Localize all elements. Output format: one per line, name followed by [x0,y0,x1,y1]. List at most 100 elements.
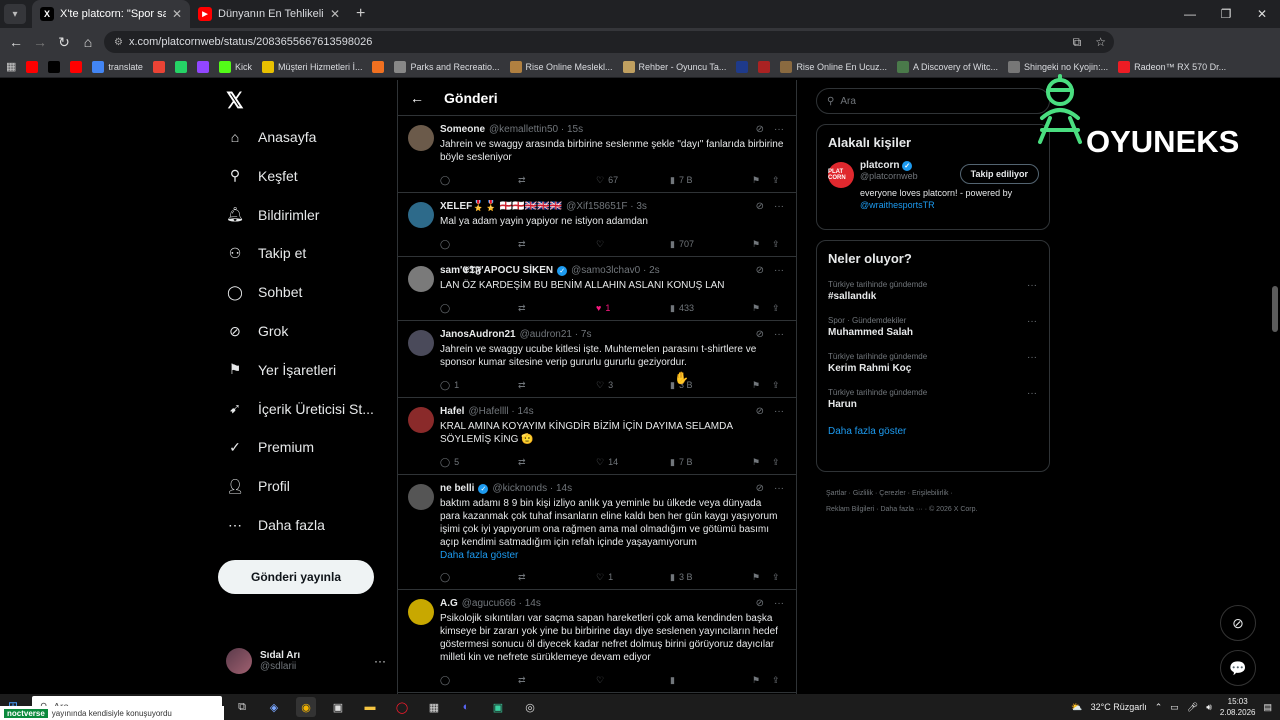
sidebar-item-profile[interactable]: 👤︎ Profil [226,477,290,495]
tweet[interactable]: Hafel @Hafellll · 14s ⊘ ··· KRAL AMINA KOYAY… [398,398,796,475]
more-dots-icon[interactable]: ··· [774,483,784,494]
more-dots-icon[interactable]: ··· [774,124,784,135]
avatar[interactable] [408,330,434,356]
bookmark-item[interactable]: Rise Online En Ucuz... [780,60,887,73]
reload-icon[interactable]: ↻ [52,34,76,51]
reply-button[interactable]: ◯ [440,675,518,686]
calculator-icon[interactable]: ▦ [424,697,444,717]
bookmark-item[interactable]: Rehber - Oyuncu Ta... [622,60,726,73]
task-view-icon[interactable]: ⧉ [232,697,252,717]
reply-button[interactable]: ◯ 1 [440,380,518,391]
star-icon[interactable]: ☆ [1095,35,1106,50]
share-button[interactable]: ⇪ [772,175,780,186]
avatar[interactable] [408,266,434,292]
network-icon[interactable]: ▭ [1170,702,1179,713]
views-button[interactable]: ▮ [670,675,752,686]
like-button[interactable]: ♡ 3 [596,380,670,391]
reply-button[interactable]: ◯ [440,303,518,314]
author-name[interactable]: Hafel [440,406,464,417]
reply-button[interactable]: ◯ [440,239,518,250]
close-tab-icon[interactable]: ✕ [172,7,182,21]
sidebar-item-explore[interactable]: ⚲ Keşfet [226,167,298,185]
more-dots-icon[interactable]: ··· [774,329,784,340]
bookmark-button[interactable]: ⚑ [752,175,772,186]
author-handle[interactable]: @kicknonds · 14s [492,483,572,494]
bookmark-item[interactable] [152,60,165,73]
bookmark-item[interactable]: Kick [218,60,252,73]
grok-icon[interactable]: ⊘ [756,483,764,494]
bookmark-item[interactable] [174,60,187,73]
sidebar-item-more[interactable]: ⋯ Daha fazla [226,516,325,534]
scrollbar-thumb[interactable] [1272,286,1278,332]
bookmark-item[interactable]: A Discovery of Witc... [896,60,998,73]
avatar[interactable]: PLAT CORN [828,162,854,188]
bookmark-item[interactable] [372,60,385,73]
forward-icon[interactable]: → [28,34,52,50]
bookmark-item[interactable] [196,60,209,73]
author-handle[interactable]: @agucu666 · 14s [462,598,541,609]
avatar[interactable] [408,407,434,433]
bookmark-item[interactable] [26,60,39,73]
tweet[interactable]: JanosAudron21 @audron21 · 7s ⊘ ··· Jahrein v… [398,321,796,398]
search-input[interactable]: ⚲ Ara [816,88,1050,114]
sidebar-item-follow[interactable]: ⚇ Takip et [226,244,307,262]
tweet[interactable]: XELEF🎖️🎖️ 🏴󠁧󠁢󠁥󠁮󠁧󠁿🏴󠁧󠁢󠁥󠁮󠁧󠁿🇬🇧🇬🇧🇬🇧 @Xif158651… [398,193,796,257]
grok-button[interactable]: ⊘ [1220,605,1256,641]
url-bar[interactable]: ⚙ x.com/platcornweb/status/2083655667613… [104,31,1114,53]
trend-item[interactable]: Türkiye tarihinde gündemde #salla‌ndık ··· [817,280,1049,302]
like-button[interactable]: ♡ 67 [596,175,670,186]
show-more-link[interactable]: Daha fazla göster [440,550,784,561]
tab-inactive[interactable]: ▶ Dünyanın En Tehlikeli Deniz Ca ✕ [190,0,348,28]
retweet-button[interactable]: ⇄ [518,572,596,583]
x-logo-icon[interactable]: 𝕏 [226,88,244,114]
install-app-icon[interactable]: ⧉ [1073,35,1082,50]
discord-icon[interactable]: ◐ [456,697,476,717]
sidebar-item-premium[interactable]: ✓ Premium [226,438,314,456]
share-button[interactable]: ⇪ [772,303,780,314]
views-button[interactable]: ▮ 433 [670,303,752,314]
more-dots-icon[interactable]: ··· [774,598,784,609]
tab-active[interactable]: X X'te platcorn: "Spor salonunda ✕ [32,0,190,28]
share-button[interactable]: ⇪ [772,572,780,583]
app-icon[interactable]: ▣ [328,697,348,717]
tweet[interactable]: sam'𝕰𝕿𝕱'APOCU SİKEN ✓ @samo3lchav0 · 2s ⊘ ··… [398,257,796,321]
app-icon[interactable]: ▣ [488,697,508,717]
share-button[interactable]: ⇪ [772,675,780,686]
tweet[interactable]: A.G @agucu666 · 14s ⊘ ··· Psikolojik sıkıntı… [398,590,796,693]
author-name[interactable]: sam'𝕰𝕿𝕱'APOCU SİKEN [440,265,553,276]
notifications-icon[interactable]: ▤ [1263,702,1272,713]
reply-button[interactable]: ◯ 5 [440,457,518,468]
footer-line[interactable]: Şartlar · Gizlilik · Çerezler · Erişileb… [826,486,1046,502]
bookmark-item[interactable]: Parks and Recreatio... [394,60,500,73]
volume-icon[interactable]: 🔊︎ [1206,702,1212,713]
bookmark-button[interactable]: ⚑ [752,380,772,391]
author-handle[interactable]: @samo3lchav0 · 2s [571,265,660,276]
close-window-icon[interactable]: ✕ [1244,7,1280,21]
grok-icon[interactable]: ⊘ [756,406,764,417]
bookmark-item[interactable] [48,60,61,73]
share-button[interactable]: ⇪ [772,239,780,250]
like-button[interactable]: ♡ [596,239,670,250]
related-person[interactable]: PLAT CORN platcorn ✓ @platcornweb Takip … [817,150,1049,219]
bookmark-button[interactable]: ⚑ [752,303,772,314]
views-button[interactable]: ▮ 707 [670,239,752,250]
retweet-button[interactable]: ⇄ [518,175,596,186]
author-name[interactable]: JanosAudron21 [440,329,516,340]
bookmark-button[interactable]: ⚑ [752,457,772,468]
share-button[interactable]: ⇪ [772,380,780,391]
like-button[interactable]: ♡ [596,675,670,686]
more-dots-icon[interactable]: ··· [774,406,784,417]
weather-text[interactable]: 32°C Rüzgarlı [1091,702,1147,712]
post-button[interactable]: Gönderi yayınla [218,560,374,594]
bio-link[interactable]: @wraithesportsTR [860,200,935,210]
bookmark-item[interactable] [736,60,749,73]
bookmark-button[interactable]: ⚑ [752,239,772,250]
reply-button[interactable]: ◯ [440,572,518,583]
bookmark-item[interactable]: Rise Online Meslekl... [509,60,613,73]
sidebar-item-notifications[interactable]: 🔔︎ Bildirimler [226,206,319,224]
sidebar-item-chat[interactable]: ◯ Sohbet [226,283,302,301]
like-button[interactable]: ♡ 1 [596,572,670,583]
bookmark-item[interactable]: Shingeki no Kyojin:... [1008,60,1108,73]
retweet-button[interactable]: ⇄ [518,380,596,391]
grok-icon[interactable]: ⊘ [756,598,764,609]
